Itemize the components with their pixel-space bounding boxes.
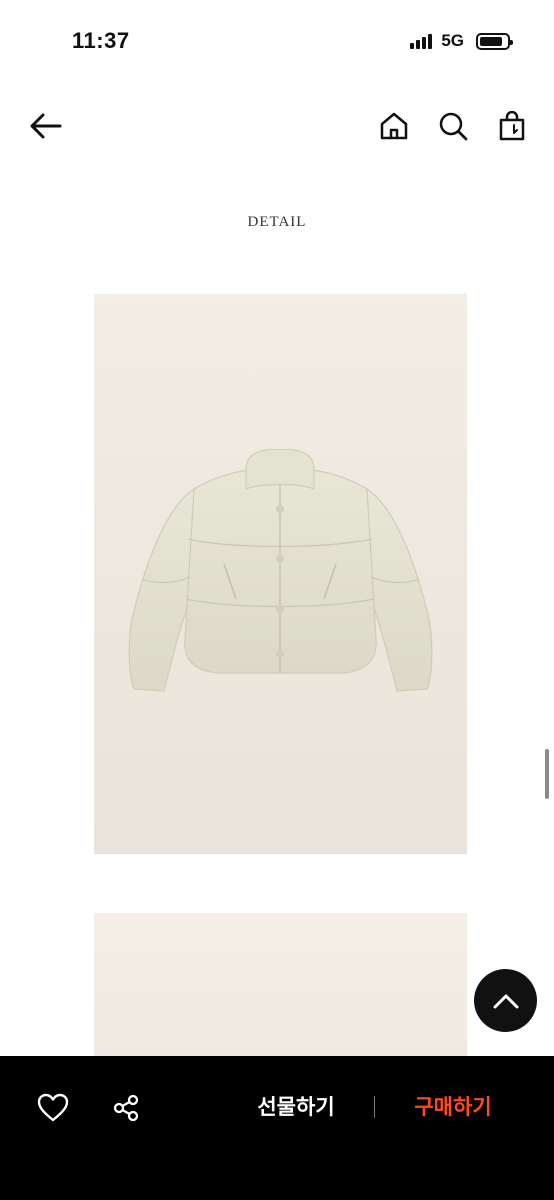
network-label: 5G: [441, 31, 464, 50]
shopping-bag-icon: [499, 111, 525, 141]
gift-button[interactable]: 선물하기: [233, 1090, 359, 1126]
scroll-to-top-button[interactable]: [474, 969, 537, 1032]
product-image-2: [94, 913, 467, 1056]
status-time: 11:37: [72, 28, 130, 53]
detail-section-title: DETAIL: [247, 214, 307, 230]
status-bar: 11:37 5G: [0, 0, 554, 84]
status-indicators: 5G: [410, 31, 513, 51]
back-arrow-icon: [30, 113, 62, 139]
home-icon: [380, 112, 408, 140]
nav-bar: [0, 96, 554, 156]
battery-fill: [480, 36, 502, 46]
wishlist-button[interactable]: [33, 1088, 73, 1128]
battery-icon: [476, 32, 513, 50]
divider: [374, 1096, 375, 1118]
heart-icon: [37, 1093, 69, 1122]
chevron-up-icon: [493, 994, 518, 1008]
search-button[interactable]: [433, 106, 473, 146]
share-button[interactable]: [106, 1088, 146, 1128]
jacket-illustration: [128, 449, 433, 692]
shopping-bag-button[interactable]: [492, 106, 532, 146]
back-button[interactable]: [25, 106, 65, 146]
share-icon: [113, 1094, 139, 1122]
signal-icon: [410, 33, 433, 49]
bottom-action-bar: 선물하기 구매하기: [0, 1056, 554, 1200]
search-icon: [439, 112, 468, 141]
scrollbar[interactable]: [545, 749, 549, 799]
home-button[interactable]: [374, 106, 414, 146]
buy-button[interactable]: 구매하기: [390, 1090, 516, 1126]
product-image: [94, 294, 467, 854]
